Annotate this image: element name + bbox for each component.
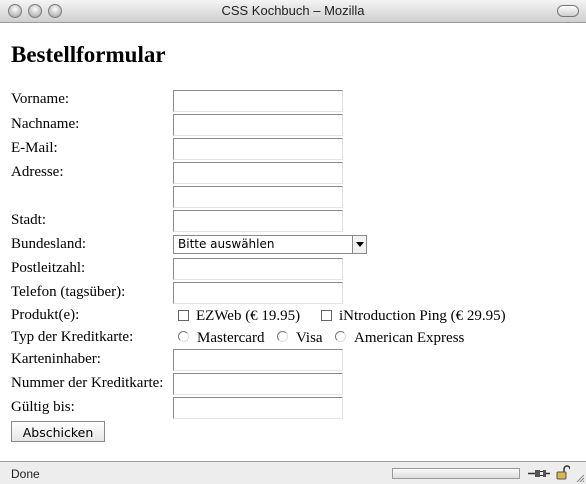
- telefon-label: Telefon (tagsüber):: [11, 284, 126, 300]
- stadt-input[interactable]: [173, 210, 343, 232]
- adresse-input-2[interactable]: [173, 186, 343, 208]
- gueltig-label: Gültig bis:: [11, 399, 75, 415]
- bundesland-selected-value: Bitte auswählen: [178, 237, 275, 251]
- toolbar-toggle-button[interactable]: [557, 5, 579, 17]
- nachname-input[interactable]: [173, 114, 343, 136]
- product-introduction-ping-checkbox[interactable]: [321, 310, 332, 321]
- plug-icon: [528, 470, 550, 477]
- nachname-label: Nachname:: [11, 116, 80, 132]
- product-ezweb-checkbox[interactable]: [178, 310, 189, 321]
- adresse-label: Adresse:: [11, 164, 64, 180]
- plz-input[interactable]: [173, 258, 343, 280]
- kartennummer-input[interactable]: [173, 373, 343, 395]
- bundesland-label: Bundesland:: [11, 236, 86, 252]
- email-label: E-Mail:: [11, 140, 58, 156]
- page-content: Bestellformular Vorname: Nachname: E-Mai…: [0, 24, 586, 461]
- vorname-label: Vorname:: [11, 91, 70, 107]
- kreditkarte-typ-label: Typ der Kreditkarte:: [11, 329, 134, 345]
- bundesland-select[interactable]: Bitte auswählen: [173, 235, 367, 254]
- telefon-input[interactable]: [173, 282, 343, 304]
- american-express-radio[interactable]: [335, 331, 346, 342]
- vorname-input[interactable]: [173, 90, 343, 112]
- adresse-input-1[interactable]: [173, 162, 343, 184]
- window-title: CSS Kochbuch – Mozilla: [221, 3, 365, 18]
- mastercard-label: Mastercard: [197, 330, 265, 346]
- karteninhaber-label: Karteninhaber:: [11, 351, 101, 367]
- karteninhaber-input[interactable]: [173, 349, 343, 371]
- email-input[interactable]: [173, 138, 343, 160]
- lock-icon[interactable]: [556, 465, 570, 480]
- visa-radio[interactable]: [277, 331, 288, 342]
- plz-label: Postleitzahl:: [11, 260, 86, 276]
- product-introduction-ping-label: iNtroduction Ping (€ 29.95): [339, 308, 506, 324]
- title-bar: CSS Kochbuch – Mozilla: [0, 0, 586, 23]
- mastercard-radio[interactable]: [178, 331, 189, 342]
- progress-bar: [392, 468, 520, 479]
- page-title: Bestellformular: [11, 42, 166, 67]
- resize-grip-icon[interactable]: [575, 473, 585, 483]
- produkte-label: Produkt(e):: [11, 307, 80, 323]
- visa-label: Visa: [296, 330, 323, 346]
- kartennummer-label: Nummer der Kreditkarte:: [11, 375, 164, 391]
- gueltig-input[interactable]: [173, 397, 343, 419]
- submit-button[interactable]: Abschicken: [11, 421, 105, 442]
- status-bar: Done: [0, 461, 586, 484]
- status-text: Done: [11, 467, 40, 481]
- product-ezweb-label: EZWeb (€ 19.95): [196, 308, 301, 324]
- chevron-down-icon[interactable]: [352, 236, 366, 253]
- stadt-label: Stadt:: [11, 212, 47, 228]
- american-express-label: American Express: [354, 330, 465, 346]
